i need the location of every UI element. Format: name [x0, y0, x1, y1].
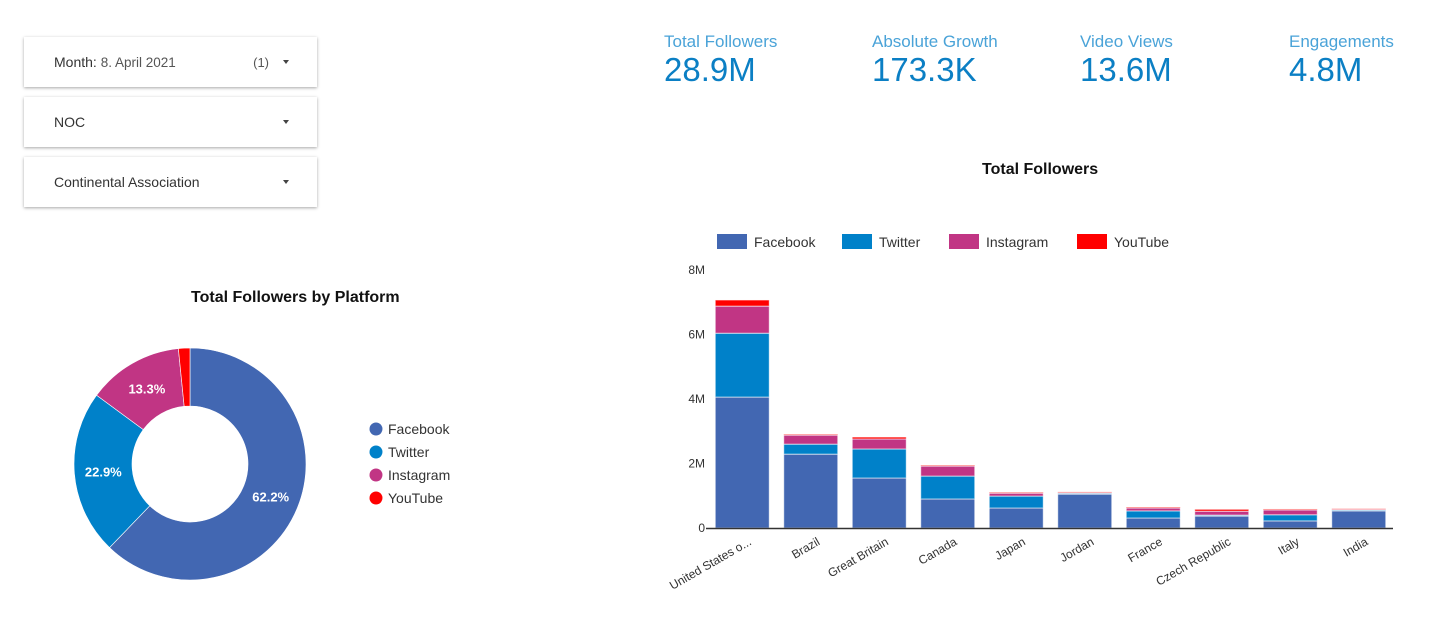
x-tick-label: Italy [1276, 534, 1302, 557]
legend-label-facebook: Facebook [754, 234, 816, 250]
month-filter-count: (1) [253, 54, 269, 70]
kpi-absolute-growth: Absolute Growth 173.3K [872, 32, 998, 88]
y-tick-label: 2M [688, 457, 705, 471]
noc-filter-dropdown[interactable]: NOC [24, 97, 317, 147]
x-tick-label: Brazil [789, 534, 822, 561]
bar-chart-title: Total Followers [982, 161, 1099, 178]
kpi-label: Video Views [1080, 32, 1173, 51]
bar-segment-facebook[interactable] [1057, 493, 1113, 529]
legend-swatch-facebook [369, 422, 383, 436]
bar-segment-twitter[interactable] [1262, 514, 1318, 522]
bar-segment-youtube[interactable] [988, 491, 1044, 494]
bar-segment-youtube[interactable] [1125, 506, 1181, 509]
bar-segment-youtube[interactable] [1194, 508, 1250, 512]
bar-segment-twitter[interactable] [988, 495, 1044, 509]
month-filter-dropdown[interactable]: Month: 8. April 2021 (1) [24, 37, 317, 87]
bar-segment-facebook[interactable] [1125, 517, 1181, 529]
legend-swatch-twitter [842, 234, 872, 249]
kpi-engagements: Engagements 4.8M [1289, 32, 1394, 88]
bar-segment-instagram[interactable] [783, 434, 839, 445]
noc-filter-label: NOC [54, 114, 86, 130]
bar-segment-facebook[interactable] [714, 396, 770, 529]
legend-label-facebook: Facebook [388, 421, 450, 437]
bar-segment-twitter[interactable] [920, 475, 976, 500]
kpi-value: 28.9M [664, 51, 756, 88]
donut-slice-label-twitter: 22.9% [85, 464, 122, 479]
bar-segment-facebook[interactable] [988, 507, 1044, 529]
legend-swatch-twitter [369, 445, 383, 459]
legend-label-youtube: YouTube [1114, 234, 1169, 250]
legend-swatch-youtube [1077, 234, 1107, 249]
bar-segment-facebook[interactable] [1262, 520, 1318, 529]
x-tick-label: Canada [916, 534, 960, 567]
bar-segment-twitter[interactable] [1125, 510, 1181, 519]
x-tick-label: Czech Republic [1153, 534, 1233, 588]
kpi-value: 4.8M [1289, 51, 1363, 88]
legend-label-instagram: Instagram [986, 234, 1048, 250]
bar-segment-instagram[interactable] [714, 305, 770, 334]
kpi-value: 13.6M [1080, 51, 1172, 88]
kpi-label: Engagements [1289, 32, 1394, 51]
y-tick-label: 8M [688, 263, 705, 277]
legend-swatch-facebook [717, 234, 747, 249]
bar-segment-instagram[interactable] [1262, 509, 1318, 516]
y-tick-label: 0 [698, 521, 705, 535]
bar-segment-youtube[interactable] [783, 433, 839, 436]
y-tick-label: 4M [688, 392, 705, 406]
bar-segment-facebook[interactable] [783, 453, 839, 529]
x-tick-label: France [1125, 534, 1165, 565]
donut-chart: 62.2% 22.9% 13.3% Facebook Twitter Instagram Y… [73, 347, 450, 581]
bar-segment-facebook[interactable] [851, 477, 907, 529]
kpi-video-views: Video Views 13.6M [1080, 32, 1173, 88]
kpi-label: Absolute Growth [872, 32, 998, 51]
legend-label-youtube: YouTube [388, 490, 443, 506]
continental-association-filter-label: Continental Association [54, 174, 200, 190]
legend-swatch-instagram [369, 468, 383, 482]
bar-segment-facebook[interactable] [920, 498, 976, 529]
bar-segment-youtube[interactable] [920, 464, 976, 467]
x-tick-label: Jordan [1057, 534, 1096, 564]
y-tick-label: 6M [688, 328, 705, 342]
kpi-value: 173.3K [872, 51, 977, 88]
legend-label-twitter: Twitter [388, 444, 430, 460]
chevron-down-icon [283, 180, 289, 184]
bar-segment-twitter[interactable] [714, 332, 770, 398]
kpi-label: Total Followers [664, 32, 778, 51]
bar-segment-youtube[interactable] [851, 436, 907, 440]
bar-segment-instagram[interactable] [851, 438, 907, 450]
legend-swatch-youtube [369, 491, 383, 505]
donut-chart-title: Total Followers by Platform [191, 289, 400, 306]
x-tick-label: United States o... [667, 534, 754, 592]
x-tick-label: Great Britain [825, 534, 890, 580]
bar-segment-instagram[interactable] [920, 465, 976, 477]
continental-association-filter-dropdown[interactable]: Continental Association [24, 157, 317, 207]
bar-segment-instagram[interactable] [1194, 510, 1250, 516]
legend-label-twitter: Twitter [879, 234, 921, 250]
bar-segment-youtube[interactable] [1331, 508, 1387, 510]
donut-slice-label-instagram: 13.3% [128, 381, 165, 396]
bar-segment-youtube[interactable] [1262, 508, 1318, 511]
legend-label-instagram: Instagram [388, 467, 450, 483]
stacked-bar-chart: Facebook Twitter Instagram YouTube 0 2M 4M 6M 8M… [667, 234, 1393, 593]
kpi-total-followers: Total Followers 28.9M [664, 32, 777, 88]
x-tick-label: Japan [992, 534, 1027, 562]
bar-segment-youtube[interactable] [714, 299, 770, 307]
bar-segment-facebook[interactable] [1331, 510, 1387, 529]
month-filter-label: Month: 8. April 2021 [54, 54, 176, 70]
chevron-down-icon [283, 60, 289, 64]
x-tick-label: India [1341, 534, 1371, 559]
bar-segment-youtube[interactable] [1057, 491, 1113, 494]
chevron-down-icon [283, 120, 289, 124]
bar-segment-twitter[interactable] [851, 448, 907, 479]
bar-segment-facebook[interactable] [1194, 515, 1250, 529]
bar-segment-twitter[interactable] [783, 443, 839, 455]
legend-swatch-instagram [949, 234, 979, 249]
donut-slice-label-facebook: 62.2% [252, 490, 289, 505]
